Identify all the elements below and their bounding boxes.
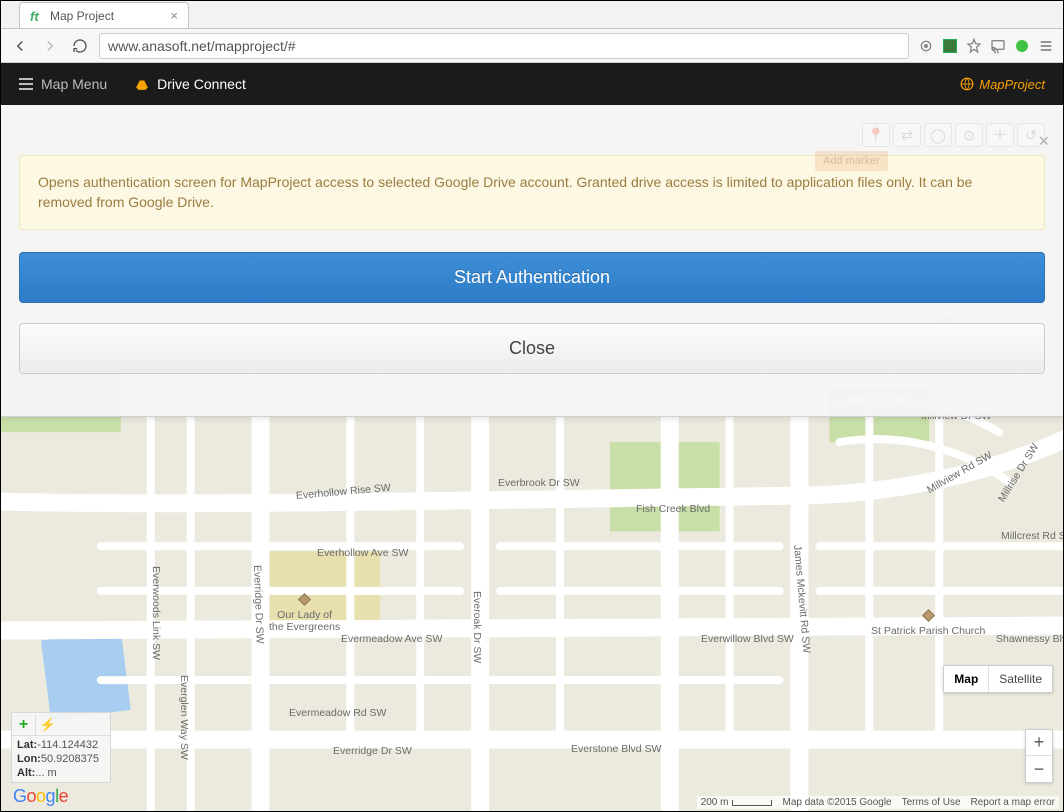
scale-label: 200 m bbox=[701, 797, 729, 808]
list-icon bbox=[19, 78, 33, 90]
coord-bolt-button[interactable]: ⚡ bbox=[36, 715, 60, 735]
nav-drive-connect[interactable]: Drive Connect bbox=[135, 76, 246, 92]
nav-back-button[interactable] bbox=[9, 35, 31, 57]
lat-value: -114.124432 bbox=[37, 739, 98, 751]
start-authentication-button[interactable]: Start Authentication bbox=[19, 252, 1045, 303]
nav-drive-connect-label: Drive Connect bbox=[157, 76, 246, 92]
lat-label: Lat: bbox=[17, 739, 37, 751]
map-type-satellite[interactable]: Satellite bbox=[989, 666, 1052, 692]
bookmark-star-icon[interactable] bbox=[965, 37, 983, 55]
browser-menu-icon[interactable] bbox=[1037, 37, 1055, 55]
dimmed-toolbar: 📍 ⇄ ◯ ⊙ ＋ ↺ bbox=[862, 123, 1045, 147]
url-text: www.anasoft.net/mapproject/# bbox=[108, 38, 900, 54]
url-input[interactable]: www.anasoft.net/mapproject/# bbox=[99, 33, 909, 59]
cast-icon[interactable] bbox=[989, 37, 1007, 55]
auth-info-box: Opens authentication screen for MapProje… bbox=[19, 155, 1045, 230]
map-type-control: Map Satellite bbox=[943, 665, 1053, 693]
close-button[interactable]: Close bbox=[19, 323, 1045, 374]
attrib-data: Map data ©2015 Google bbox=[782, 797, 891, 808]
address-bar-actions bbox=[917, 37, 1055, 55]
lon-value: 50.9208375 bbox=[41, 753, 99, 765]
drive-connect-panel: 📍 ⇄ ◯ ⊙ ＋ ↺ Add marker × Opens authentic… bbox=[1, 105, 1063, 417]
coordinate-panel: + ⚡ Lat:-114.124432 Lon:50.9208375 Alt:.… bbox=[11, 712, 111, 783]
alt-value: ... m bbox=[35, 767, 56, 779]
attrib-report-link[interactable]: Report a map error bbox=[971, 797, 1055, 808]
extension-dot-icon[interactable] bbox=[1013, 37, 1031, 55]
extension-icon[interactable] bbox=[941, 37, 959, 55]
content-area: Everhollow Rise SWEverhollow Ave SWEverm… bbox=[1, 105, 1063, 811]
google-logo: Google bbox=[13, 786, 68, 807]
alt-label: Alt: bbox=[17, 767, 35, 779]
browser-tab[interactable]: ft Map Project × bbox=[19, 2, 189, 28]
tab-close-icon[interactable]: × bbox=[170, 8, 178, 23]
tool-plus-icon: ＋ bbox=[986, 123, 1014, 147]
coord-add-button[interactable]: + bbox=[12, 715, 36, 735]
tab-title: Map Project bbox=[50, 9, 114, 23]
tool-pin-icon: 📍 bbox=[862, 123, 890, 147]
map-attribution: 200 m Map data ©2015 Google Terms of Use… bbox=[697, 796, 1059, 809]
nav-map-menu-label: Map Menu bbox=[41, 76, 107, 92]
zoom-in-button[interactable]: + bbox=[1026, 730, 1052, 756]
favicon: ft bbox=[30, 9, 44, 23]
scale-bar: 200 m bbox=[701, 797, 773, 808]
lon-label: Lon: bbox=[17, 753, 41, 765]
brand-label: MapProject bbox=[979, 77, 1045, 92]
brand-logo: MapProject bbox=[960, 77, 1045, 92]
tool-target-icon: ⊙ bbox=[955, 123, 983, 147]
app-header: Map Menu Drive Connect MapProject bbox=[1, 63, 1063, 105]
map-type-map[interactable]: Map bbox=[944, 666, 989, 692]
browser-address-bar: www.anasoft.net/mapproject/# bbox=[1, 29, 1063, 63]
panel-close-icon[interactable]: × bbox=[1038, 131, 1049, 152]
location-icon[interactable] bbox=[917, 37, 935, 55]
tool-shuffle-icon: ⇄ bbox=[893, 123, 921, 147]
nav-forward-button bbox=[39, 35, 61, 57]
globe-icon bbox=[960, 77, 974, 91]
nav-reload-button[interactable] bbox=[69, 35, 91, 57]
drive-icon bbox=[135, 78, 149, 90]
attrib-terms-link[interactable]: Terms of Use bbox=[902, 797, 961, 808]
zoom-out-button[interactable]: − bbox=[1026, 756, 1052, 782]
tool-circle-icon: ◯ bbox=[924, 123, 952, 147]
nav-map-menu[interactable]: Map Menu bbox=[19, 76, 107, 92]
zoom-control: + − bbox=[1025, 729, 1053, 783]
browser-tab-strip: ft Map Project × bbox=[1, 1, 1063, 29]
